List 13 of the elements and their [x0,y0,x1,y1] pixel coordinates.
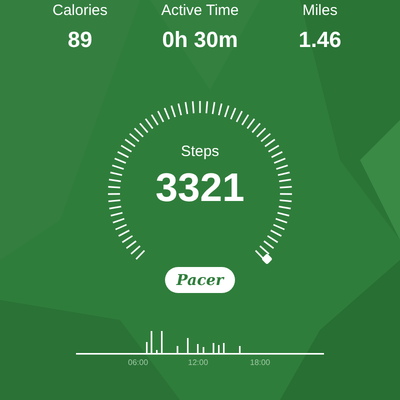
pacer-button[interactable]: Pacer [165,267,235,293]
stat-value: 0h 30m [162,27,238,53]
time-label: 18:00 [250,358,270,367]
stat-value: 1.46 [298,27,342,53]
steps-label: Steps [180,143,220,160]
stat-label: Miles [302,2,338,19]
time-label: 06:00 [128,358,148,367]
stat-value: 89 [68,27,92,53]
stat-label: Calories [52,2,108,19]
stat-label: Active Time [161,2,239,19]
steps-value: 3321 [156,166,244,211]
progress-marker-icon [262,254,272,264]
time-label: 12:00 [188,358,208,367]
